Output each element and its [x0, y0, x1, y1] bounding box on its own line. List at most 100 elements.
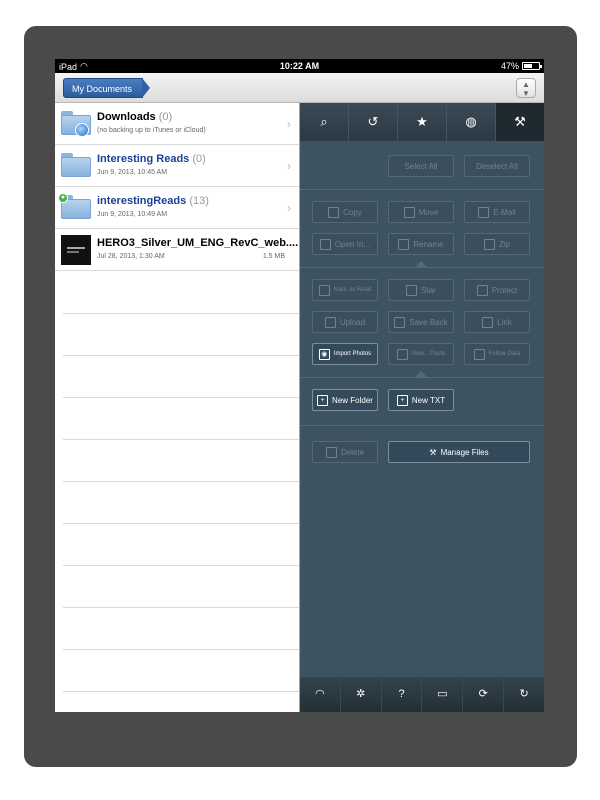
pdf-thumbnail — [61, 235, 91, 265]
list-separator — [63, 523, 299, 524]
upload-label: Upload — [339, 317, 366, 327]
ipad-screen: iPad ◠ 10:22 AM 47% My Documents ▲ ▼ Down… — [55, 59, 544, 712]
follow-data-label: Follow Data — [488, 351, 521, 357]
zip-label: Zip — [498, 239, 511, 249]
deselect-all-button[interactable]: Deselect All — [464, 155, 530, 177]
lock-icon — [476, 284, 488, 296]
sort-button[interactable]: ▲ ▼ — [516, 78, 536, 98]
link-label: Link — [497, 317, 512, 327]
copy-button[interactable]: Copy — [312, 201, 378, 223]
refresh-icon[interactable]: ↻ — [504, 677, 544, 712]
protect-label: Protect — [491, 285, 518, 295]
list-item[interactable]: HERO3_Silver_UM_ENG_RevC_web.... Jul 28,… — [55, 229, 299, 271]
data-icon — [473, 348, 485, 360]
follow-data-button[interactable]: Follow Data — [464, 343, 530, 365]
search-icon[interactable]: ⌕ — [300, 103, 349, 141]
file-count: (0) — [158, 111, 173, 123]
list-separator — [63, 481, 299, 482]
link-button[interactable]: Link — [464, 311, 530, 333]
move-icon — [403, 206, 415, 218]
star-outline-icon — [406, 284, 418, 296]
import-photos-button[interactable]: ◉ Import Photos — [312, 343, 378, 365]
clock: 10:22 AM — [279, 61, 320, 71]
zip-button[interactable]: Zip — [464, 233, 530, 255]
manage-files-label: Manage Files — [440, 447, 489, 457]
section-divider — [300, 377, 544, 378]
settings-gear-icon[interactable]: ✲ — [340, 677, 382, 712]
file-size: 1.5 MB — [262, 253, 285, 260]
upload-icon — [324, 316, 336, 328]
mark-as-read-label: Mark as Read — [333, 287, 372, 293]
mark-as-read-button[interactable]: Mark as Read — [312, 279, 378, 301]
chevron-right-icon: › — [287, 201, 291, 215]
rename-label: Rename — [413, 239, 444, 249]
star-button[interactable]: Star — [388, 279, 454, 301]
list-separator — [63, 565, 299, 566]
move-button[interactable]: Move — [388, 201, 454, 223]
file-name: interestingReads — [97, 195, 187, 207]
mark-read-icon — [318, 284, 330, 296]
new-from-paste-label: New... Paste — [411, 351, 446, 357]
sync-icon[interactable]: ⟳ — [463, 677, 505, 712]
mail-icon — [478, 206, 490, 218]
battery-icon — [522, 62, 542, 70]
email-label: E-Mail — [493, 207, 516, 217]
actions-panel: ⌕ ↺ ★ ◍ ⚒ Select All Deselect All Copy M… — [300, 103, 544, 712]
copy-label: Copy — [343, 207, 362, 217]
open-in-icon — [319, 238, 331, 250]
folder-icon — [61, 111, 91, 137]
folder-icon: ● — [58, 193, 91, 219]
navigation-bar: My Documents ▲ ▼ — [55, 73, 544, 103]
new-folder-button[interactable]: + New Folder — [312, 389, 378, 411]
email-button[interactable]: E-Mail — [464, 201, 530, 223]
import-photos-label: Import Photos — [333, 351, 372, 357]
battery-percent: 47% — [500, 61, 519, 71]
list-item[interactable]: Interesting Reads (0) Jun 9, 2013, 10:45… — [55, 145, 299, 187]
my-documents-button[interactable]: My Documents — [63, 78, 151, 98]
section-divider — [300, 189, 544, 190]
rename-button[interactable]: Rename — [388, 233, 454, 255]
list-separator — [63, 691, 299, 692]
new-from-paste-button[interactable]: New... Paste — [388, 343, 454, 365]
chevron-right-icon: › — [287, 117, 291, 131]
file-name: Interesting Reads — [97, 153, 190, 165]
new-folder-label: New Folder — [332, 395, 373, 405]
trash-icon — [325, 446, 337, 458]
list-item[interactable]: Downloads (0) (no backing up to iTunes o… — [55, 103, 299, 145]
new-txt-button[interactable]: + New TXT — [388, 389, 454, 411]
open-in-button[interactable]: Open In... — [312, 233, 378, 255]
select-all-button[interactable]: Select All — [388, 155, 454, 177]
globe-badge-icon — [75, 123, 89, 137]
save-back-button[interactable]: Save Back — [388, 311, 454, 333]
list-item[interactable]: ● interestingReads (13) Jun 9, 2013, 10:… — [55, 187, 299, 229]
bottom-toolbar: ◠ ✲ ? ▭ ⟳ ↻ — [300, 677, 544, 712]
section-notch — [415, 261, 427, 267]
delete-label: Delete — [340, 447, 365, 457]
file-subtitle: Jun 9, 2013, 10:49 AM — [97, 211, 168, 218]
sync-badge-icon: ● — [58, 193, 68, 203]
list-separator — [63, 439, 299, 440]
protect-button[interactable]: Protect — [464, 279, 530, 301]
section-divider — [300, 267, 544, 268]
tools-icon[interactable]: ⚒ — [496, 103, 544, 141]
paste-icon — [396, 348, 408, 360]
list-separator — [63, 649, 299, 650]
copy-icon — [328, 206, 340, 218]
globe-icon[interactable]: ◍ — [447, 103, 496, 141]
file-subtitle: Jul 28, 2013, 1:30 AM — [97, 253, 165, 260]
file-name: Downloads — [97, 111, 156, 123]
section-notch — [415, 371, 427, 377]
tools-small-icon: ⚒ — [429, 447, 437, 457]
wifi-transfer-icon[interactable]: ◠ — [300, 677, 341, 712]
help-icon[interactable]: ? — [381, 677, 423, 712]
star-icon[interactable]: ★ — [398, 103, 447, 141]
manage-files-button[interactable]: ⚒ Manage Files — [388, 441, 530, 463]
delete-button[interactable]: Delete — [312, 441, 378, 463]
new-txt-icon: + — [396, 394, 408, 406]
history-icon[interactable]: ↺ — [349, 103, 398, 141]
status-bar: iPad ◠ 10:22 AM 47% — [55, 59, 544, 73]
upload-button[interactable]: Upload — [312, 311, 378, 333]
reader-icon[interactable]: ▭ — [422, 677, 464, 712]
list-separator — [63, 355, 299, 356]
save-icon — [394, 316, 406, 328]
